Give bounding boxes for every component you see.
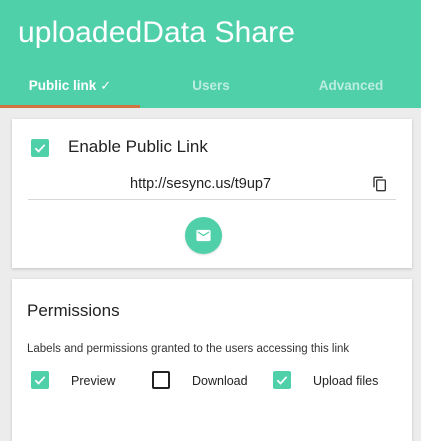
public-link-url[interactable]: http://sesync.us/t9up7 bbox=[130, 176, 271, 192]
share-dialog: uploadedData Share Public link ✓ Users A… bbox=[0, 0, 421, 441]
download-label: Download bbox=[192, 374, 248, 388]
tab-advanced[interactable]: Advanced bbox=[281, 66, 421, 108]
enable-public-link-checkbox[interactable] bbox=[31, 139, 49, 157]
copy-link-button[interactable] bbox=[371, 174, 389, 194]
dialog-title: uploadedData Share bbox=[18, 16, 296, 49]
url-field-underline bbox=[28, 199, 396, 200]
tab-advanced-label: Advanced bbox=[318, 78, 384, 93]
preview-checkbox[interactable] bbox=[31, 371, 49, 389]
tab-public-link[interactable]: Public link ✓ bbox=[0, 66, 140, 108]
checkmark-icon bbox=[34, 376, 46, 385]
checkmark-icon bbox=[34, 144, 46, 153]
email-icon bbox=[196, 229, 211, 242]
upload-files-checkbox[interactable] bbox=[273, 371, 291, 389]
download-checkbox[interactable] bbox=[152, 371, 170, 389]
tab-users[interactable]: Users bbox=[141, 66, 281, 108]
active-tab-indicator bbox=[0, 105, 140, 108]
copy-icon bbox=[373, 176, 386, 192]
check-icon: ✓ bbox=[100, 78, 112, 93]
permissions-heading: Permissions bbox=[27, 301, 120, 320]
tab-public-link-label: Public link bbox=[28, 78, 97, 93]
checkmark-icon bbox=[276, 376, 288, 385]
upload-files-label: Upload files bbox=[313, 374, 379, 388]
preview-label: Preview bbox=[71, 374, 116, 388]
email-link-button[interactable] bbox=[185, 217, 222, 254]
public-link-card: Enable Public Link http://sesync.us/t9up… bbox=[12, 119, 412, 268]
enable-public-link-label: Enable Public Link bbox=[68, 137, 208, 156]
dialog-header: uploadedData Share Public link ✓ Users A… bbox=[0, 0, 421, 108]
permissions-card: Permissions Labels and permissions grant… bbox=[12, 279, 412, 441]
tab-bar: Public link ✓ Users Advanced bbox=[0, 66, 421, 108]
permissions-description: Labels and permissions granted to the us… bbox=[27, 343, 350, 355]
tab-users-label: Users bbox=[192, 78, 230, 93]
